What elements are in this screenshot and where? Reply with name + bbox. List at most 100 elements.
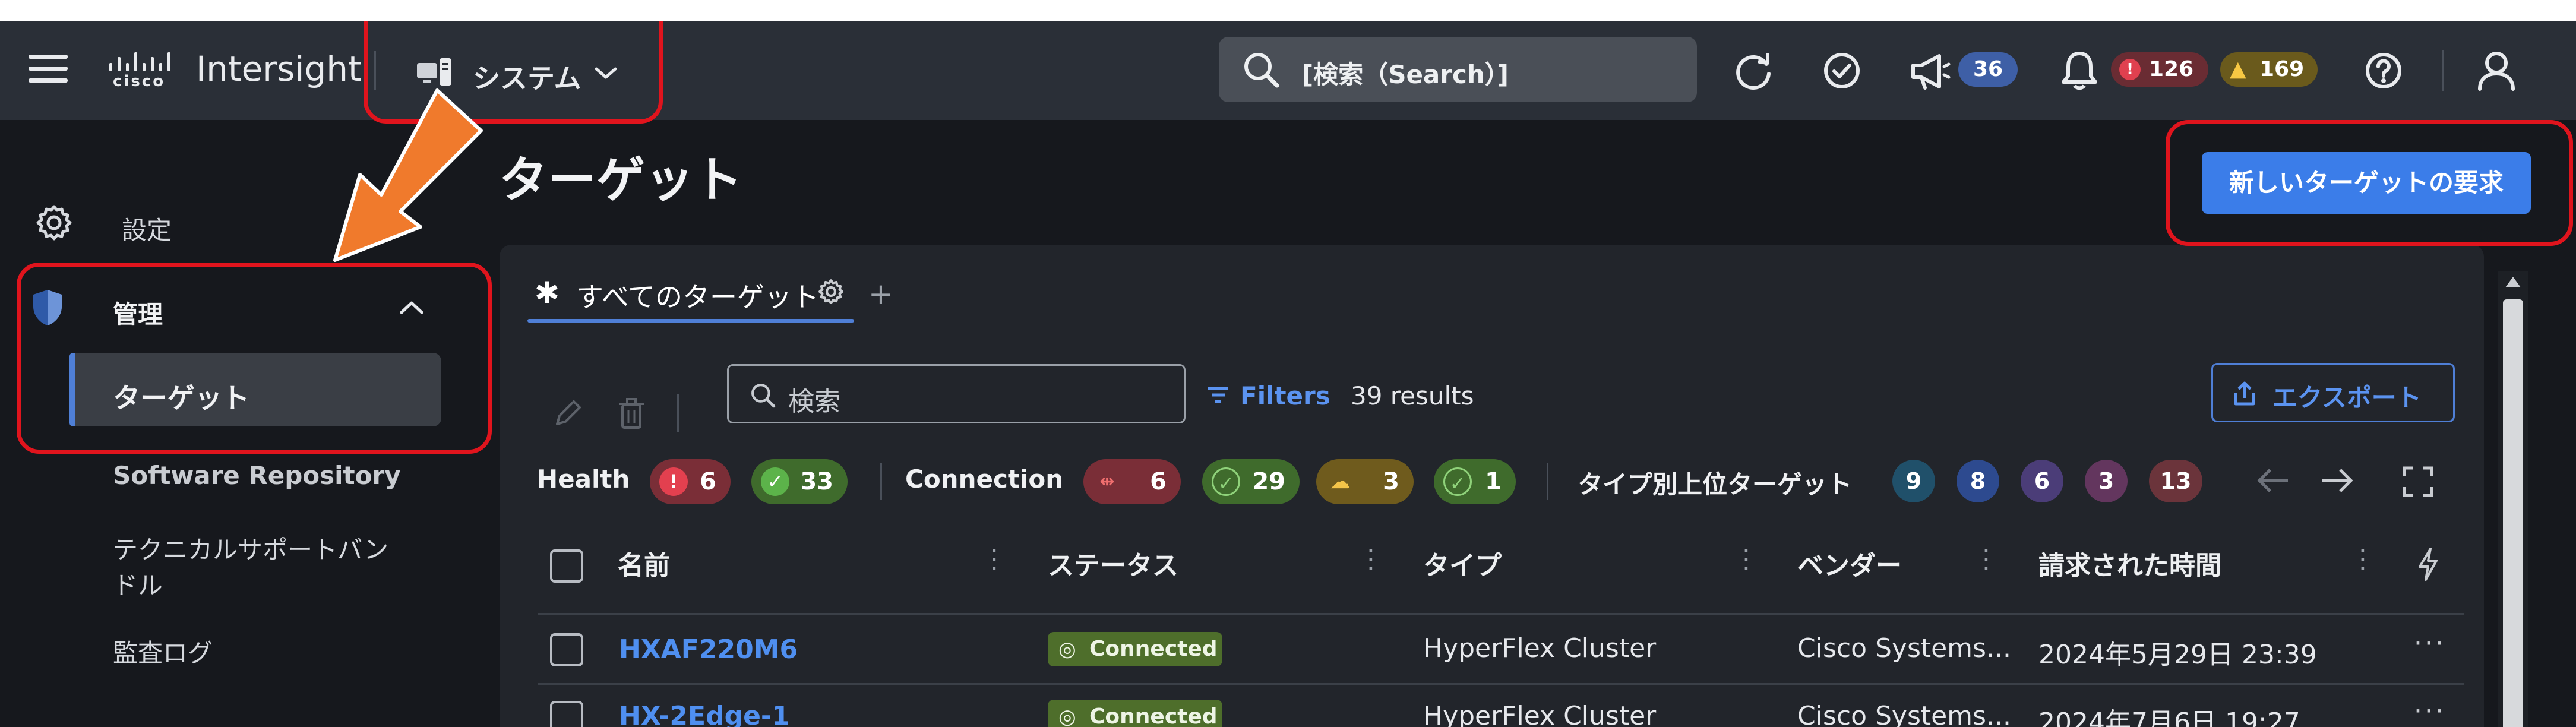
delete-trash-icon[interactable] [617, 397, 646, 432]
conn-connected-count: 29 [1252, 468, 1285, 495]
refresh-icon[interactable] [1733, 50, 1775, 94]
claimed-time-cell: 2024年7月6日 19:27 [2038, 707, 2300, 727]
top-target-type-2[interactable]: 8 [1957, 460, 1999, 502]
top-target-type-5[interactable]: 13 [2149, 460, 2202, 502]
target-vendor-cell: Cisco Systems... [1797, 633, 2011, 663]
connected-status-icon: ◎ [1058, 637, 1076, 661]
status-badge-label: Connected [1089, 637, 1218, 661]
expand-fullscreen-icon[interactable] [2402, 466, 2434, 500]
column-name-menu-icon[interactable]: ⋮ [981, 544, 1007, 574]
column-header-status[interactable]: ステータス [1048, 544, 1178, 582]
row-actions-more-icon[interactable]: ··· [2414, 696, 2446, 726]
row-checkbox[interactable] [550, 633, 583, 666]
export-button[interactable]: エクスポート [2211, 363, 2455, 422]
ok-check-icon: ✓ [761, 467, 789, 496]
top-target-type-4[interactable]: 3 [2085, 460, 2128, 502]
annotation-arrow [321, 87, 511, 279]
annotation-box-sidebar-targets [17, 263, 492, 454]
target-search-icon [750, 383, 776, 411]
warning-alarms-badge[interactable]: ▲ 169 [2220, 52, 2318, 87]
critical-alarms-badge[interactable]: ! 126 [2111, 52, 2208, 87]
health-ok-chip[interactable]: ✓ 33 [751, 459, 848, 504]
sidebar-item-tech-support-line1[interactable]: テクニカルサポートバン [113, 530, 388, 566]
conn-other-count: 1 [1485, 468, 1502, 495]
critical-alarms-count: 126 [2149, 57, 2194, 81]
user-profile-icon[interactable] [2477, 50, 2516, 94]
tab-settings-gear-icon[interactable] [817, 278, 845, 308]
conn-other-chip[interactable]: ✓ 1 [1434, 459, 1516, 504]
column-status-menu-icon[interactable]: ⋮ [1358, 544, 1384, 574]
help-icon[interactable] [2364, 51, 2403, 93]
connected-status-icon: ◎ [1058, 705, 1076, 727]
other-check-icon: ✓ [1443, 467, 1472, 496]
add-tab-plus-icon[interactable]: + [868, 277, 893, 311]
scroll-up-arrow-icon[interactable] [2503, 274, 2523, 292]
global-search-placeholder: [検索（Search）] [1302, 60, 1509, 89]
top-target-type-3[interactable]: 6 [2021, 460, 2063, 502]
table-header-divider [538, 613, 2464, 615]
conn-cloud-chip[interactable]: ☁ 3 [1316, 459, 1414, 504]
target-vendor-cell: Cisco Systems... [1797, 701, 2011, 727]
tab-all-targets[interactable]: ✱ すべてのターゲット [535, 276, 855, 317]
edit-pencil-icon[interactable] [552, 397, 584, 431]
top-targets-label: タイプ別上位ターゲット [1578, 470, 1853, 499]
hamburger-menu-icon[interactable] [29, 52, 68, 86]
disconnected-icon: ⇹ [1099, 471, 1115, 492]
claimed-time-cell: 2024年5月29日 23:39 [2038, 640, 2317, 670]
tab-all-targets-label: すべてのターゲット [576, 281, 819, 313]
column-type-menu-icon[interactable]: ⋮ [1733, 544, 1759, 574]
connection-label: Connection [905, 464, 1064, 494]
page-title: ターゲット [499, 152, 743, 208]
tab-active-underline [527, 319, 854, 323]
tasks-check-icon[interactable] [1822, 51, 1861, 93]
results-count: 39 results [1351, 381, 1474, 410]
row-checkbox[interactable] [550, 701, 583, 727]
column-header-name[interactable]: 名前 [618, 544, 670, 582]
column-header-type[interactable]: タイプ [1423, 544, 1502, 582]
column-header-claimed-time[interactable]: 請求された時間 [2038, 544, 2221, 582]
arrow-left-icon[interactable] [2257, 467, 2290, 497]
conn-disconnected-count: 6 [1150, 468, 1167, 495]
sidebar-item-software-repository[interactable]: Software Repository [113, 461, 401, 490]
export-upload-icon [2231, 380, 2258, 410]
column-claimed-menu-icon[interactable]: ⋮ [2350, 544, 2376, 574]
critical-alarm-icon: ! [2119, 59, 2141, 80]
target-search-input[interactable]: 検索 [727, 364, 1186, 423]
lightning-bolt-icon[interactable] [2415, 546, 2441, 584]
bell-icon[interactable] [2061, 50, 2098, 94]
chips-divider-1 [880, 463, 882, 500]
warning-alarm-icon: ▲ [2230, 57, 2246, 81]
select-all-checkbox[interactable] [550, 549, 583, 583]
filters-button[interactable]: Filters [1207, 380, 1330, 416]
conn-disconnected-chip[interactable]: ⇹ 6 [1083, 459, 1181, 504]
sidebar-item-tech-support-line2[interactable]: ドル [113, 565, 163, 602]
row-divider [538, 683, 2464, 685]
conn-cloud-count: 3 [1383, 468, 1399, 495]
arrow-right-icon[interactable] [2320, 467, 2353, 497]
gear-icon [34, 203, 74, 245]
cisco-wordmark: cisco [113, 72, 166, 90]
column-vendor-menu-icon[interactable]: ⋮ [1973, 544, 1999, 574]
status-badge-label: Connected [1089, 704, 1218, 727]
chips-divider-2 [1547, 463, 1548, 500]
app-name: Intersight [196, 49, 362, 89]
status-badge: ◎ Connected [1048, 700, 1222, 727]
annotation-box-new-target [2166, 120, 2573, 246]
filter-icon [1207, 385, 1229, 407]
conn-connected-chip[interactable]: ✓ 29 [1202, 459, 1300, 504]
megaphone-icon[interactable] [1910, 52, 1951, 93]
sidebar-item-settings-label: 設定 [122, 216, 172, 245]
top-target-type-1[interactable]: 9 [1892, 460, 1935, 502]
header-divider-right [2442, 50, 2444, 91]
target-type-cell: HyperFlex Cluster [1423, 633, 1657, 663]
column-header-vendor[interactable]: ベンダー [1797, 544, 1902, 582]
global-search-input[interactable]: [検索（Search）] [1219, 37, 1697, 102]
scrollbar-thumb[interactable] [2503, 299, 2523, 727]
asterisk-icon: ✱ [535, 276, 560, 310]
sidebar-item-audit-logs[interactable]: 監査ログ [113, 633, 213, 669]
row-actions-more-icon[interactable]: ··· [2414, 628, 2446, 659]
target-name-link[interactable]: HXAF220M6 [619, 634, 798, 665]
health-label: Health [537, 464, 630, 494]
target-name-link[interactable]: HX-2Edge-1 [619, 701, 790, 727]
health-critical-chip[interactable]: ! 6 [650, 459, 731, 504]
